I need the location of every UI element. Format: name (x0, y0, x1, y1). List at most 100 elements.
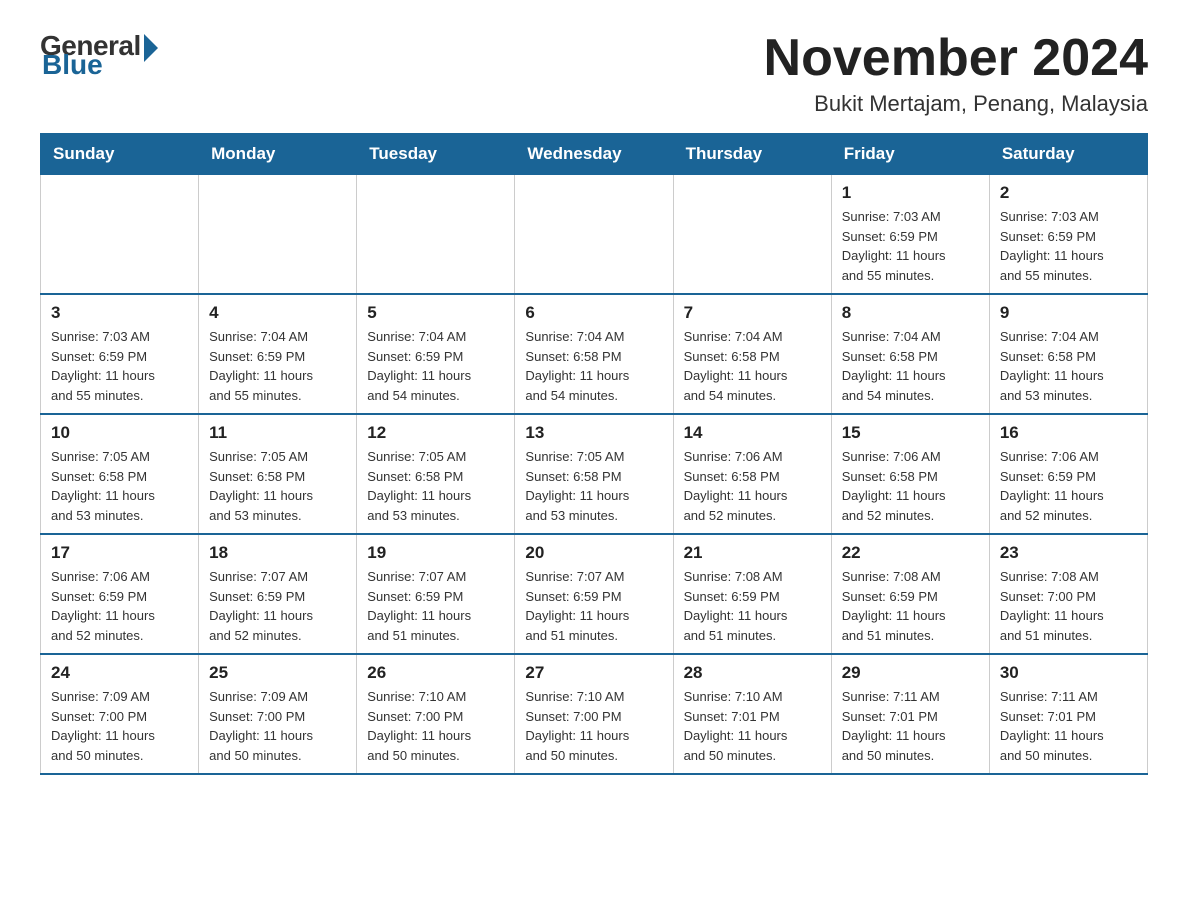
day-info: Sunrise: 7:06 AM Sunset: 6:58 PM Dayligh… (684, 447, 821, 525)
day-number: 3 (51, 303, 188, 323)
day-number: 15 (842, 423, 979, 443)
day-number: 1 (842, 183, 979, 203)
day-number: 12 (367, 423, 504, 443)
day-info: Sunrise: 7:08 AM Sunset: 6:59 PM Dayligh… (684, 567, 821, 645)
calendar-cell: 6 Sunrise: 7:04 AM Sunset: 6:58 PM Daylig… (515, 294, 673, 414)
day-info: Sunrise: 7:06 AM Sunset: 6:58 PM Dayligh… (842, 447, 979, 525)
calendar-cell: 13 Sunrise: 7:05 AM Sunset: 6:58 PM Dayli… (515, 414, 673, 534)
day-info: Sunrise: 7:04 AM Sunset: 6:59 PM Dayligh… (209, 327, 346, 405)
day-number: 6 (525, 303, 662, 323)
calendar-cell: 20 Sunrise: 7:07 AM Sunset: 6:59 PM Dayli… (515, 534, 673, 654)
day-number: 25 (209, 663, 346, 683)
calendar-cell: 10 Sunrise: 7:05 AM Sunset: 6:58 PM Dayli… (41, 414, 199, 534)
day-info: Sunrise: 7:07 AM Sunset: 6:59 PM Dayligh… (367, 567, 504, 645)
day-info: Sunrise: 7:05 AM Sunset: 6:58 PM Dayligh… (209, 447, 346, 525)
day-info: Sunrise: 7:04 AM Sunset: 6:58 PM Dayligh… (684, 327, 821, 405)
calendar-table: SundayMondayTuesdayWednesdayThursdayFrid… (40, 133, 1148, 775)
calendar-cell: 22Sunrise: 7:08 AM Sunset: 6:59 PM Dayli… (831, 534, 989, 654)
day-info: Sunrise: 7:03 AM Sunset: 6:59 PM Dayligh… (51, 327, 188, 405)
calendar-cell: 11 Sunrise: 7:05 AM Sunset: 6:58 PM Dayli… (199, 414, 357, 534)
day-number: 29 (842, 663, 979, 683)
calendar-cell: 5 Sunrise: 7:04 AM Sunset: 6:59 PM Daylig… (357, 294, 515, 414)
day-number: 27 (525, 663, 662, 683)
day-number: 11 (209, 423, 346, 443)
weekday-header-saturday: Saturday (989, 134, 1147, 175)
calendar-cell: 19 Sunrise: 7:07 AM Sunset: 6:59 PM Dayli… (357, 534, 515, 654)
day-info: Sunrise: 7:11 AM Sunset: 7:01 PM Dayligh… (1000, 687, 1137, 765)
day-info: Sunrise: 7:04 AM Sunset: 6:59 PM Dayligh… (367, 327, 504, 405)
day-info: Sunrise: 7:09 AM Sunset: 7:00 PM Dayligh… (51, 687, 188, 765)
calendar-cell: 24 Sunrise: 7:09 AM Sunset: 7:00 PM Dayli… (41, 654, 199, 774)
day-number: 2 (1000, 183, 1137, 203)
calendar-cell: 26 Sunrise: 7:10 AM Sunset: 7:00 PM Dayli… (357, 654, 515, 774)
day-number: 19 (367, 543, 504, 563)
day-info: Sunrise: 7:05 AM Sunset: 6:58 PM Dayligh… (51, 447, 188, 525)
day-number: 17 (51, 543, 188, 563)
weekday-header-sunday: Sunday (41, 134, 199, 175)
calendar-cell: 8Sunrise: 7:04 AM Sunset: 6:58 PM Daylig… (831, 294, 989, 414)
day-info: Sunrise: 7:03 AM Sunset: 6:59 PM Dayligh… (842, 207, 979, 285)
calendar-cell: 29 Sunrise: 7:11 AM Sunset: 7:01 PM Dayli… (831, 654, 989, 774)
calendar-cell: 3 Sunrise: 7:03 AM Sunset: 6:59 PM Daylig… (41, 294, 199, 414)
calendar-body: 1 Sunrise: 7:03 AM Sunset: 6:59 PM Daylig… (41, 175, 1148, 775)
day-number: 26 (367, 663, 504, 683)
weekday-header-row: SundayMondayTuesdayWednesdayThursdayFrid… (41, 134, 1148, 175)
day-info: Sunrise: 7:03 AM Sunset: 6:59 PM Dayligh… (1000, 207, 1137, 285)
main-title: November 2024 (764, 30, 1148, 87)
calendar-cell: 1 Sunrise: 7:03 AM Sunset: 6:59 PM Daylig… (831, 175, 989, 295)
day-number: 24 (51, 663, 188, 683)
calendar-cell: 25 Sunrise: 7:09 AM Sunset: 7:00 PM Dayli… (199, 654, 357, 774)
subtitle: Bukit Mertajam, Penang, Malaysia (764, 91, 1148, 117)
day-number: 21 (684, 543, 821, 563)
weekday-header-thursday: Thursday (673, 134, 831, 175)
calendar-week-4: 17 Sunrise: 7:06 AM Sunset: 6:59 PM Dayli… (41, 534, 1148, 654)
calendar-cell (357, 175, 515, 295)
day-number: 28 (684, 663, 821, 683)
day-number: 5 (367, 303, 504, 323)
calendar-cell (515, 175, 673, 295)
calendar-week-1: 1 Sunrise: 7:03 AM Sunset: 6:59 PM Daylig… (41, 175, 1148, 295)
day-number: 13 (525, 423, 662, 443)
calendar-cell (199, 175, 357, 295)
day-info: Sunrise: 7:06 AM Sunset: 6:59 PM Dayligh… (51, 567, 188, 645)
day-number: 9 (1000, 303, 1137, 323)
day-number: 14 (684, 423, 821, 443)
day-info: Sunrise: 7:07 AM Sunset: 6:59 PM Dayligh… (525, 567, 662, 645)
calendar-cell (41, 175, 199, 295)
calendar-cell: 12Sunrise: 7:05 AM Sunset: 6:58 PM Dayli… (357, 414, 515, 534)
day-info: Sunrise: 7:04 AM Sunset: 6:58 PM Dayligh… (842, 327, 979, 405)
logo-blue-text: Blue (42, 49, 103, 81)
calendar-cell: 16 Sunrise: 7:06 AM Sunset: 6:59 PM Dayli… (989, 414, 1147, 534)
day-info: Sunrise: 7:04 AM Sunset: 6:58 PM Dayligh… (525, 327, 662, 405)
weekday-header-friday: Friday (831, 134, 989, 175)
calendar-cell: 7Sunrise: 7:04 AM Sunset: 6:58 PM Daylig… (673, 294, 831, 414)
calendar-cell: 23 Sunrise: 7:08 AM Sunset: 7:00 PM Dayli… (989, 534, 1147, 654)
title-section: November 2024 Bukit Mertajam, Penang, Ma… (764, 30, 1148, 117)
calendar-cell: 18Sunrise: 7:07 AM Sunset: 6:59 PM Dayli… (199, 534, 357, 654)
calendar-cell: 21 Sunrise: 7:08 AM Sunset: 6:59 PM Dayli… (673, 534, 831, 654)
calendar-week-3: 10 Sunrise: 7:05 AM Sunset: 6:58 PM Dayli… (41, 414, 1148, 534)
calendar-cell (673, 175, 831, 295)
calendar-header: SundayMondayTuesdayWednesdayThursdayFrid… (41, 134, 1148, 175)
day-info: Sunrise: 7:04 AM Sunset: 6:58 PM Dayligh… (1000, 327, 1137, 405)
calendar-cell: 28Sunrise: 7:10 AM Sunset: 7:01 PM Dayli… (673, 654, 831, 774)
day-info: Sunrise: 7:11 AM Sunset: 7:01 PM Dayligh… (842, 687, 979, 765)
page-header: General Blue November 2024 Bukit Mertaja… (40, 30, 1148, 117)
calendar-week-2: 3 Sunrise: 7:03 AM Sunset: 6:59 PM Daylig… (41, 294, 1148, 414)
day-number: 20 (525, 543, 662, 563)
day-info: Sunrise: 7:05 AM Sunset: 6:58 PM Dayligh… (525, 447, 662, 525)
day-number: 10 (51, 423, 188, 443)
day-info: Sunrise: 7:09 AM Sunset: 7:00 PM Dayligh… (209, 687, 346, 765)
day-info: Sunrise: 7:06 AM Sunset: 6:59 PM Dayligh… (1000, 447, 1137, 525)
day-info: Sunrise: 7:07 AM Sunset: 6:59 PM Dayligh… (209, 567, 346, 645)
day-info: Sunrise: 7:10 AM Sunset: 7:00 PM Dayligh… (367, 687, 504, 765)
calendar-cell: 30Sunrise: 7:11 AM Sunset: 7:01 PM Dayli… (989, 654, 1147, 774)
day-number: 16 (1000, 423, 1137, 443)
weekday-header-wednesday: Wednesday (515, 134, 673, 175)
day-number: 23 (1000, 543, 1137, 563)
calendar-cell: 17 Sunrise: 7:06 AM Sunset: 6:59 PM Dayli… (41, 534, 199, 654)
calendar-cell: 14 Sunrise: 7:06 AM Sunset: 6:58 PM Dayli… (673, 414, 831, 534)
calendar-cell: 4Sunrise: 7:04 AM Sunset: 6:59 PM Daylig… (199, 294, 357, 414)
day-info: Sunrise: 7:08 AM Sunset: 7:00 PM Dayligh… (1000, 567, 1137, 645)
weekday-header-tuesday: Tuesday (357, 134, 515, 175)
